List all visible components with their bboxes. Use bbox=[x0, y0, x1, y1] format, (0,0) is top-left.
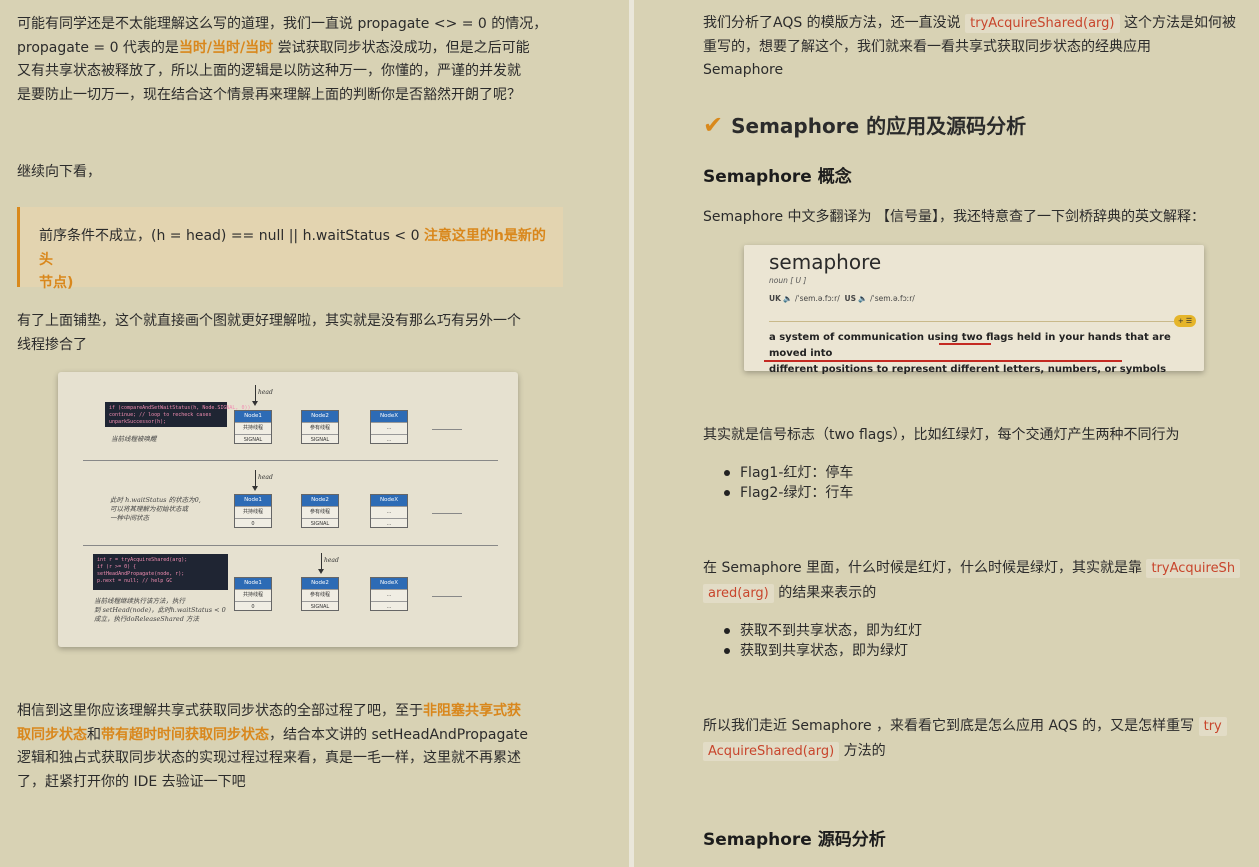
row3-note: 当前线程继续执行该方法，执行到 setHead(node)，此时h.waitSt… bbox=[94, 597, 226, 623]
flag-list: Flag1-红灯：停车 Flag2-绿灯：行车 bbox=[703, 463, 853, 503]
list-item: 获取不到共享状态，即为红灯 bbox=[703, 621, 922, 641]
row2-node2: Node2 参有线程 SIGNAL bbox=[301, 494, 339, 528]
row2-node3: NodeX…… bbox=[370, 494, 408, 528]
section-heading: ✔ Semaphore 的应用及源码分析 bbox=[703, 111, 1027, 139]
paragraph-continue: 继续向下看， bbox=[17, 164, 101, 180]
head-arrow bbox=[252, 470, 258, 491]
subheading-source: Semaphore 源码分析 bbox=[703, 830, 886, 850]
blockquote: 前序条件不成立，(h = head) == null || h.waitStat… bbox=[17, 207, 563, 291]
row3-node3: NodeX…… bbox=[370, 577, 408, 611]
row2-node1: Node1 共持线程 0 bbox=[234, 494, 272, 528]
dict-definition: a system of communication using two flag… bbox=[769, 332, 1171, 375]
list-item: Flag1-红灯：停车 bbox=[703, 463, 853, 483]
head-arrow bbox=[252, 385, 258, 406]
dict-word: semaphore bbox=[769, 250, 882, 274]
row2-note: 此时 h.waitStatus 的状态为0, 可以将其理解为初始状态或 一种中间状态 bbox=[110, 496, 201, 522]
add-to-list-button[interactable]: + ☰ bbox=[1174, 315, 1196, 327]
code-snippet-1: if (compareAndSetWaitStatus(h, Node.SIGN… bbox=[105, 402, 250, 427]
speaker-icon: 🔈 bbox=[858, 294, 868, 303]
state-list: 获取不到共享状态，即为红灯 获取到共享状态，即为绿灯 bbox=[703, 621, 922, 661]
list-item: 获取到共享状态，即为绿灯 bbox=[703, 641, 922, 661]
inline-code: tryAcquireShared(arg) bbox=[965, 14, 1120, 33]
dict-pos: noun [ U ] bbox=[769, 276, 807, 285]
code-snippet-2: int r = tryAcquireShared(arg); if (r >= 0… bbox=[93, 554, 228, 590]
head-arrow bbox=[318, 553, 324, 574]
row1-note: 当前线程被唤醒 bbox=[111, 435, 157, 443]
row3-node1: Node1 共持线程 0 bbox=[234, 577, 272, 611]
paragraph-diagram-intro: 有了上面铺垫，这个就直接画个图就更好理解啦，其实就是没有那么巧有另外一个 线程掺合… bbox=[17, 313, 521, 353]
row1-node1: Node1 共持线程 SIGNAL bbox=[234, 410, 272, 444]
row1-node3: NodeX…… bbox=[370, 410, 408, 444]
inline-code: try bbox=[1198, 717, 1227, 736]
inline-code: ared(arg) bbox=[703, 584, 774, 603]
head-label: head bbox=[324, 557, 339, 564]
paragraph-aqs-intro: 我们分析了AQS 的模版方法，还一直没说 tryAcquireShared(ar… bbox=[703, 14, 1236, 78]
paragraph-red-green: 在 Semaphore 里面，什么时候是红灯，什么时候是绿灯，其实就是靠 try… bbox=[703, 556, 1248, 606]
inline-code: tryAcquireSh bbox=[1146, 559, 1241, 578]
row3-node2: Node2 参有线程 SIGNAL bbox=[301, 577, 339, 611]
paragraph-approach: 所以我们走近 Semaphore ，来看看它到底是怎么应用 AQS 的，又是怎样… bbox=[703, 714, 1248, 764]
shared-release-diagram: head if (compareAndSetWaitStatus(h, Node… bbox=[58, 372, 518, 647]
underline-mark bbox=[939, 343, 991, 345]
head-label: head bbox=[258, 389, 273, 396]
subheading-concept: Semaphore 概念 bbox=[703, 167, 852, 187]
speaker-icon: 🔈 bbox=[783, 294, 793, 303]
row1-node2: Node2 参有线程 SIGNAL bbox=[301, 410, 339, 444]
paragraph-propagate: 可能有同学还是不太能理解这么写的道理，我们一直说 propagate <> = … bbox=[17, 16, 548, 103]
list-item: Flag2-绿灯：行车 bbox=[703, 483, 853, 503]
underline-mark bbox=[764, 360, 1122, 362]
dict-pronunciation: UK 🔈 /ˈsem.ə.fɔːr/ US 🔈 /ˈsem.ə.fɔːr/ bbox=[769, 294, 915, 303]
head-label: head bbox=[258, 474, 273, 481]
paragraph-semaphore-translation: Semaphore 中文多翻译为 【信号量】，我还特意查了一下剑桥辞典的英文解释… bbox=[703, 209, 1206, 225]
dictionary-card: semaphore noun [ U ] UK 🔈 /ˈsem.ə.fɔːr/ … bbox=[744, 245, 1204, 375]
paragraph-two-flags: 其实就是信号标志（two flags），比如红绿灯，每个交通灯产生两种不同行为 bbox=[703, 427, 1180, 443]
paragraph-conclusion: 相信到这里你应该理解共享式获取同步状态的全部过程了吧，至于非阻塞共享式获 取同步… bbox=[17, 703, 529, 790]
inline-code: AcquireShared(arg) bbox=[703, 742, 840, 761]
check-icon: ✔ bbox=[703, 111, 724, 139]
